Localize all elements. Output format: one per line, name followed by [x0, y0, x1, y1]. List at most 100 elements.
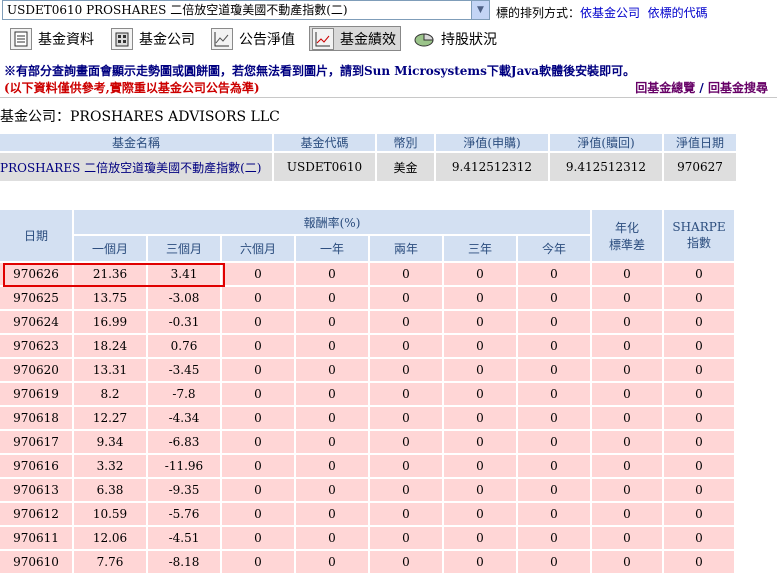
fund-info-table: 基金名稱 基金代碼 幣別 淨值(申購) 淨值(贖回) 淨值日期 PROSHARE…	[0, 132, 738, 183]
return-1y: 0	[296, 455, 368, 477]
return-6m: 0	[222, 335, 294, 357]
return-3m: -5.76	[148, 503, 220, 525]
holdings-label: 持股狀況	[441, 31, 497, 48]
fund-company-button[interactable]: 基金公司	[111, 26, 195, 51]
row-date: 970624	[0, 311, 72, 333]
row-date: 970610	[0, 551, 72, 573]
sort-options: 標的排列方式：依基金公司 依標的代碼	[496, 4, 708, 21]
annual-std: 0	[592, 431, 662, 453]
info-data-row: PROSHARES 二倍放空道瓊美國不動產指數(二) USDET0610 美金 …	[0, 153, 736, 181]
return-1y: 0	[296, 431, 368, 453]
fund-info-button[interactable]: 基金資料	[10, 26, 94, 51]
holdings-button[interactable]: 持股狀況	[413, 26, 497, 51]
perf-header-std-line2: 標準差	[608, 237, 645, 252]
return-ytd: 0	[518, 383, 590, 405]
return-2y: 0	[370, 359, 442, 381]
annual-std: 0	[592, 455, 662, 477]
perf-header-std: 年化 標準差	[592, 210, 662, 261]
sharpe: 0	[664, 287, 734, 309]
annual-std: 0	[592, 311, 662, 333]
row-date: 970623	[0, 335, 72, 357]
return-3m: -8.18	[148, 551, 220, 573]
perf-header-period: 一個月	[74, 236, 146, 261]
return-3y: 0	[444, 383, 516, 405]
return-6m: 0	[222, 551, 294, 573]
sort-by-company-link[interactable]: 依基金公司	[580, 6, 640, 20]
table-row: 970612 10.59 -5.76 0 0 0 0 0 0 0	[0, 503, 734, 525]
return-6m: 0	[222, 431, 294, 453]
row-date: 970613	[0, 479, 72, 501]
return-ytd: 0	[518, 335, 590, 357]
annual-std: 0	[592, 551, 662, 573]
return-3y: 0	[444, 359, 516, 381]
return-ytd: 0	[518, 263, 590, 285]
return-3m: 0.76	[148, 335, 220, 357]
table-row: 970623 18.24 0.76 0 0 0 0 0 0 0	[0, 335, 734, 357]
line-chart-icon	[211, 27, 233, 50]
nav-notice-label: 公告淨值	[239, 31, 295, 48]
fund-select-value: USDET0610 PROSHARES 二倍放空道瓊美國不動產指數(二)	[7, 3, 348, 17]
table-row: 970613 6.38 -9.35 0 0 0 0 0 0 0	[0, 479, 734, 501]
return-ytd: 0	[518, 479, 590, 501]
return-3m: -3.08	[148, 287, 220, 309]
return-ytd: 0	[518, 287, 590, 309]
fund-select[interactable]: USDET0610 PROSHARES 二倍放空道瓊美國不動產指數(二) ▼	[2, 0, 490, 20]
info-fund-code: USDET0610	[274, 153, 375, 181]
sharpe: 0	[664, 383, 734, 405]
annual-std: 0	[592, 503, 662, 525]
table-row: 970611 12.06 -4.51 0 0 0 0 0 0 0	[0, 527, 734, 549]
return-3y: 0	[444, 479, 516, 501]
info-nav-redeem: 9.412512312	[550, 153, 662, 181]
return-1y: 0	[296, 551, 368, 573]
table-row: 970618 12.27 -4.34 0 0 0 0 0 0 0	[0, 407, 734, 429]
return-ytd: 0	[518, 551, 590, 573]
perf-header-period: 六個月	[222, 236, 294, 261]
return-2y: 0	[370, 407, 442, 429]
perf-header-period: 三個月	[148, 236, 220, 261]
table-row: 970624 16.99 -0.31 0 0 0 0 0 0 0	[0, 311, 734, 333]
return-3m: -6.83	[148, 431, 220, 453]
return-3m: -4.34	[148, 407, 220, 429]
return-2y: 0	[370, 455, 442, 477]
performance-button[interactable]: 基金績效	[309, 26, 401, 51]
chevron-down-icon[interactable]: ▼	[471, 1, 489, 19]
back-to-search-link[interactable]: 回基金搜尋	[708, 81, 768, 95]
sharpe: 0	[664, 455, 734, 477]
table-row: 970616 3.32 -11.96 0 0 0 0 0 0 0	[0, 455, 734, 477]
return-6m: 0	[222, 479, 294, 501]
return-6m: 0	[222, 503, 294, 525]
return-3y: 0	[444, 455, 516, 477]
row-date: 970618	[0, 407, 72, 429]
return-6m: 0	[222, 527, 294, 549]
sort-by-code-link[interactable]: 依標的代碼	[648, 6, 708, 20]
sharpe: 0	[664, 551, 734, 573]
sort-label: 標的排列方式：	[496, 6, 581, 20]
annual-std: 0	[592, 527, 662, 549]
info-nav-date: 970627	[664, 153, 736, 181]
return-1y: 0	[296, 287, 368, 309]
sharpe: 0	[664, 359, 734, 381]
return-1m: 3.32	[74, 455, 146, 477]
annual-std: 0	[592, 479, 662, 501]
return-6m: 0	[222, 407, 294, 429]
return-1y: 0	[296, 359, 368, 381]
return-3y: 0	[444, 503, 516, 525]
info-currency: 美金	[377, 153, 434, 181]
annual-std: 0	[592, 335, 662, 357]
return-3m: -3.45	[148, 359, 220, 381]
return-1m: 10.59	[74, 503, 146, 525]
return-3y: 0	[444, 287, 516, 309]
return-3y: 0	[444, 263, 516, 285]
fund-info-label: 基金資料	[38, 31, 94, 48]
nav-notice-button[interactable]: 公告淨值	[211, 26, 295, 51]
annual-std: 0	[592, 383, 662, 405]
return-2y: 0	[370, 479, 442, 501]
back-to-overview-link[interactable]: 回基金總覽	[635, 81, 695, 95]
return-1m: 21.36	[74, 263, 146, 285]
return-2y: 0	[370, 287, 442, 309]
return-2y: 0	[370, 431, 442, 453]
nav-links: 回基金總覽 / 回基金搜尋	[635, 79, 768, 96]
return-2y: 0	[370, 551, 442, 573]
perf-header-period: 一年	[296, 236, 368, 261]
return-3m: -11.96	[148, 455, 220, 477]
